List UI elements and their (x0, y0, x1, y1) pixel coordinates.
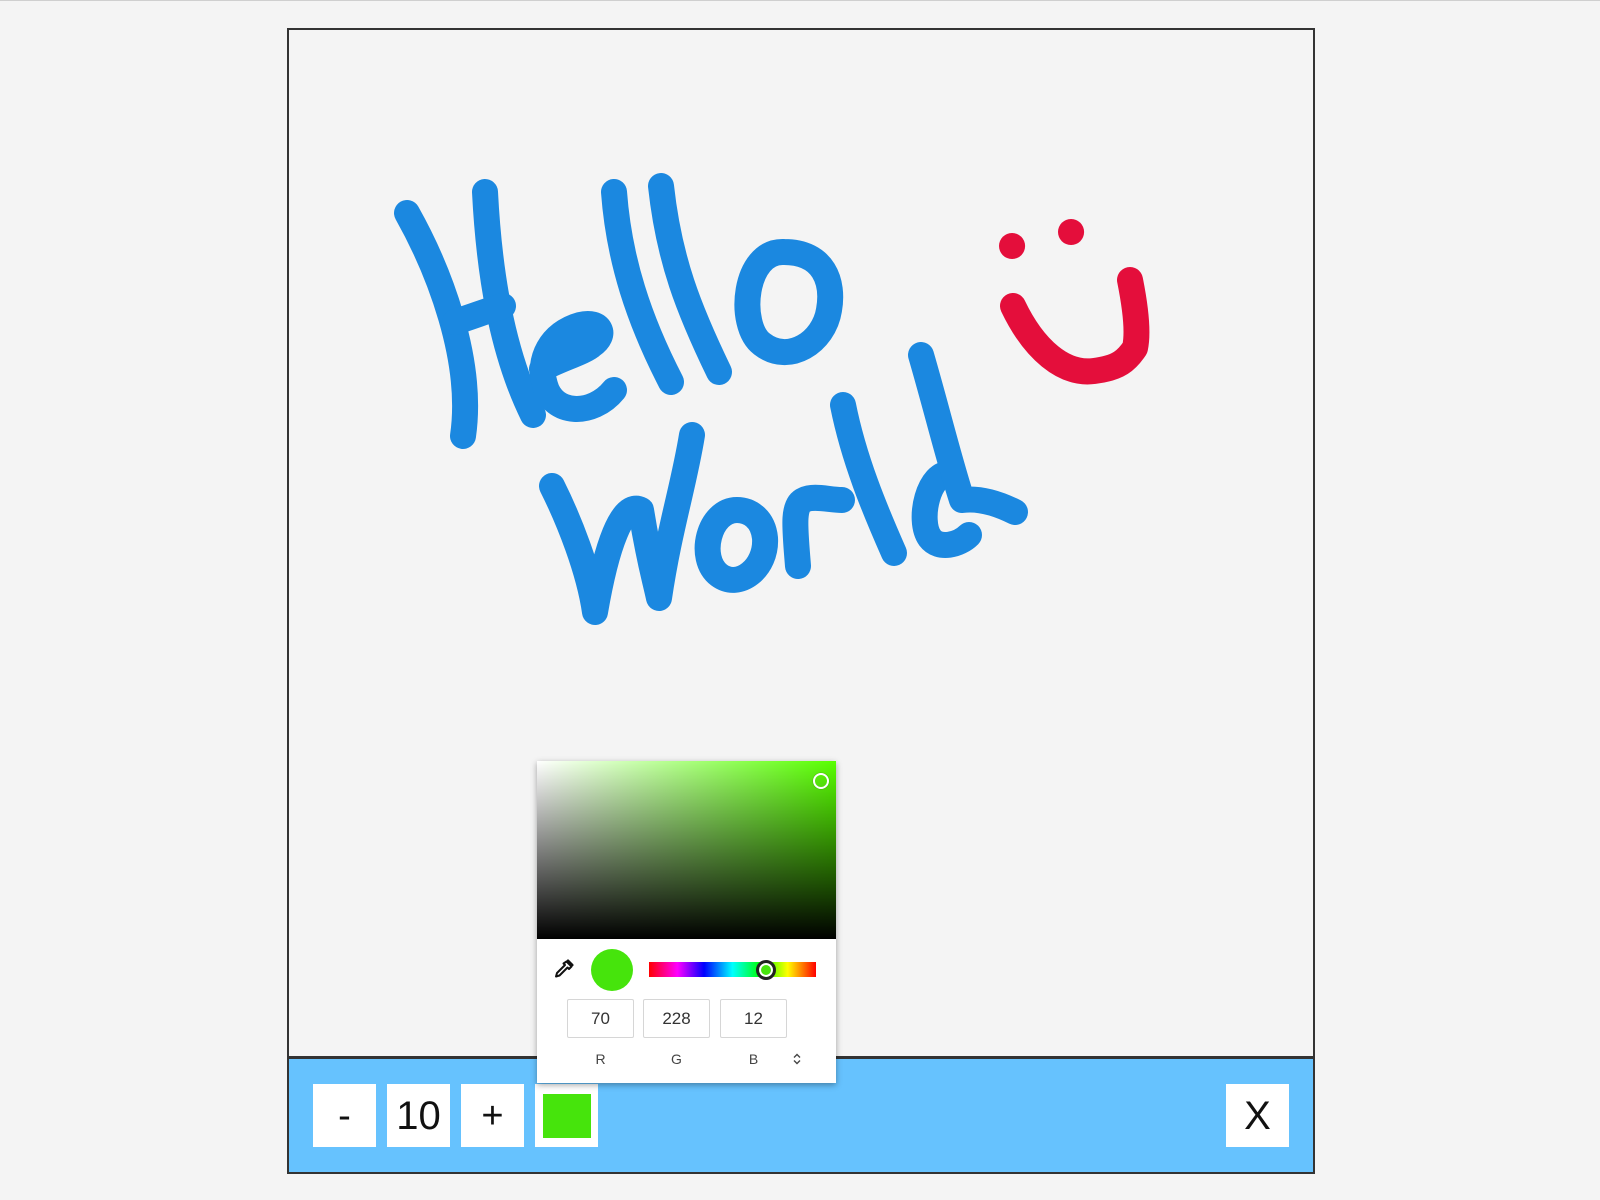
up-down-chevron-icon (793, 1053, 801, 1065)
red-label: R (595, 1051, 606, 1067)
red-input[interactable] (567, 999, 634, 1038)
saturation-cursor[interactable] (813, 772, 830, 789)
color-picker-popup: R G B (537, 761, 836, 1083)
green-input[interactable] (643, 999, 710, 1038)
blue-label: B (748, 1051, 759, 1067)
format-toggle-button[interactable] (788, 1051, 806, 1067)
brush-size-display: 10 (387, 1084, 450, 1147)
hue-slider-thumb[interactable] (755, 959, 776, 980)
window-top-edge (0, 0, 1600, 1)
smiley-drawing (999, 219, 1150, 385)
increase-brush-size-button[interactable]: + (461, 1084, 524, 1147)
eyedropper-icon[interactable] (551, 958, 575, 982)
current-color-swatch (542, 1093, 591, 1138)
green-label: G (671, 1051, 682, 1067)
hue-slider[interactable] (649, 959, 816, 980)
decrease-brush-size-button[interactable]: - (313, 1084, 376, 1147)
close-button[interactable]: X (1226, 1084, 1289, 1147)
hello-world-drawing (394, 173, 1028, 625)
color-preview (591, 949, 633, 991)
saturation-value-area[interactable] (537, 761, 836, 939)
color-picker-button[interactable] (535, 1084, 598, 1147)
blue-input[interactable] (720, 999, 787, 1038)
